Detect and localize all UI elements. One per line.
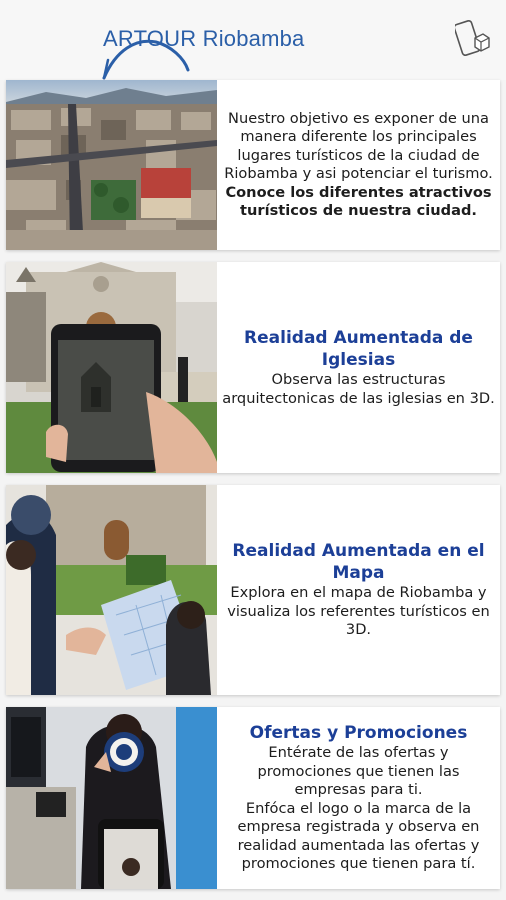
card-description: Observa las estructuras: [271, 371, 446, 388]
card-description: realidad aumentada las ofertas y: [237, 836, 480, 854]
intro-line: Nuestro objetivo es exponer de una: [228, 109, 489, 127]
card-heading: Mapa: [332, 563, 385, 584]
ar-cube-phone-icon[interactable]: [455, 16, 491, 62]
ar-map-text: Realidad Aumentada en el Mapa Explora en…: [217, 485, 500, 695]
card-description: arquitectonicas de las iglesias en 3D.: [222, 389, 495, 407]
offers-promotions-text: Ofertas y Promociones Entérate de las of…: [217, 707, 500, 889]
card-description: Entérate de las ofertas y: [268, 744, 449, 762]
intro-line: manera diferente los principales: [240, 128, 477, 145]
card-heading: Realidad Aumentada de: [244, 328, 473, 348]
card-heading: Iglesias: [321, 350, 396, 370]
intro-text: Nuestro objetivo es exponer de una maner…: [217, 80, 500, 250]
phone-scanning-logo-photo: [6, 707, 217, 889]
card-description: visualiza los referentes turísticos en: [227, 602, 490, 620]
intro-bold-line: turísticos de nuestra ciudad.: [240, 202, 477, 219]
app-bar: ARTOUR Riobamba: [0, 0, 506, 80]
riobamba-aerial-city-photo: [6, 80, 217, 250]
ar-map-card[interactable]: Realidad Aumentada en el Mapa Explora en…: [6, 485, 500, 695]
card-description: promociones que tienen para tí.: [241, 855, 476, 873]
card-description: promociones que tienen las: [257, 762, 460, 780]
offers-promotions-card[interactable]: Ofertas y Promociones Entérate de las of…: [6, 707, 500, 889]
card-heading: Realidad Aumentada en el: [232, 541, 485, 562]
card-heading: Ofertas y Promociones: [249, 723, 468, 744]
ar-churches-card[interactable]: Realidad Aumentada de Iglesias Observa l…: [6, 262, 500, 473]
card-description: 3D.: [345, 621, 372, 639]
card-description: empresas para ti.: [294, 781, 423, 799]
intro-line: Riobamba y asi potenciar el turismo.: [224, 165, 493, 182]
card-description: Explora en el mapa de Riobamba y: [230, 584, 487, 602]
card-description: empresa registrada y observa en: [237, 818, 480, 836]
phone-ar-church-photo: [6, 262, 217, 473]
app-title: ARTOUR Riobamba: [103, 26, 305, 51]
people-with-map-photo: [6, 485, 217, 695]
card-description: Enfóca el logo o la marca de la: [245, 799, 472, 817]
intro-bold-line: Conoce los diferentes atractivos: [225, 183, 492, 201]
ar-churches-text: Realidad Aumentada de Iglesias Observa l…: [217, 262, 500, 473]
intro-line: lugares turísticos de la ciudad de: [237, 146, 480, 164]
intro-card: Nuestro objetivo es exponer de una maner…: [6, 80, 500, 250]
